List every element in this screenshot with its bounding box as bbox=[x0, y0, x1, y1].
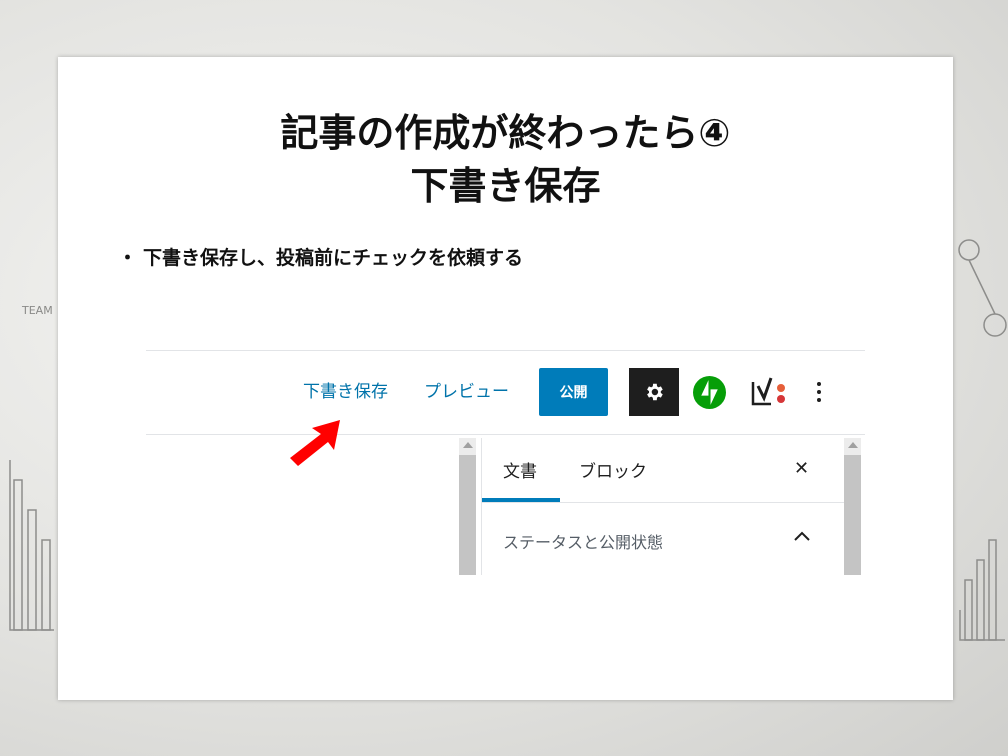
editor-scrollbar[interactable] bbox=[459, 438, 476, 575]
yoast-icon[interactable] bbox=[749, 374, 789, 410]
settings-sidebar: 文書 ブロック ✕ ステータスと公開状態 bbox=[481, 438, 844, 575]
tab-block[interactable]: ブロック bbox=[579, 457, 647, 482]
bullet-text: 下書き保存し、投稿前にチェックを依頼する bbox=[143, 247, 524, 269]
sidebar-scrollbar-thumb[interactable] bbox=[844, 455, 861, 575]
tab-document[interactable]: 文書 bbox=[503, 457, 537, 482]
editor-scrollbar-thumb[interactable] bbox=[459, 455, 476, 575]
sidebar-scroll-up-arrow-icon[interactable] bbox=[848, 442, 858, 448]
sidebar-tab-divider bbox=[482, 502, 844, 503]
background-doodle-chart-left bbox=[9, 460, 54, 631]
slide: 記事の作成が終わったら④ 下書き保存 ・下書き保存し、投稿前にチェックを依頼する… bbox=[58, 57, 953, 700]
bullet-item: ・下書き保存し、投稿前にチェックを依頼する bbox=[118, 243, 523, 270]
background-doodle-team: TEAM bbox=[22, 304, 53, 317]
more-vertical-icon[interactable] bbox=[812, 372, 826, 412]
gear-icon bbox=[647, 383, 663, 401]
status-visibility-panel-header[interactable]: ステータスと公開状態 bbox=[503, 529, 663, 553]
settings-button[interactable] bbox=[629, 368, 679, 416]
toolbar-bottom-border bbox=[146, 434, 865, 435]
chevron-up-icon[interactable] bbox=[793, 530, 811, 542]
close-icon[interactable]: ✕ bbox=[794, 458, 809, 479]
save-draft-button[interactable]: 下書き保存 bbox=[303, 377, 388, 402]
scroll-up-arrow-icon[interactable] bbox=[463, 442, 473, 448]
slide-title-line2: 下書き保存 bbox=[410, 164, 601, 208]
editor-screenshot: 下書き保存 プレビュー 公開 文書 ブロック ✕ ステータスと公開状態 bbox=[146, 350, 866, 575]
publish-button[interactable]: 公開 bbox=[539, 368, 608, 416]
bullet-marker: ・ bbox=[118, 247, 138, 269]
preview-button[interactable]: プレビュー bbox=[424, 377, 509, 402]
toolbar-top-border bbox=[146, 350, 865, 351]
sidebar-scrollbar[interactable] bbox=[844, 438, 861, 575]
jetpack-icon[interactable] bbox=[693, 376, 726, 409]
background-doodle-chart-right bbox=[958, 239, 1007, 641]
red-arrow-icon bbox=[290, 420, 340, 466]
slide-title-line1: 記事の作成が終わったら④ bbox=[280, 111, 731, 155]
slide-title: 記事の作成が終わったら④ 下書き保存 bbox=[58, 107, 953, 213]
